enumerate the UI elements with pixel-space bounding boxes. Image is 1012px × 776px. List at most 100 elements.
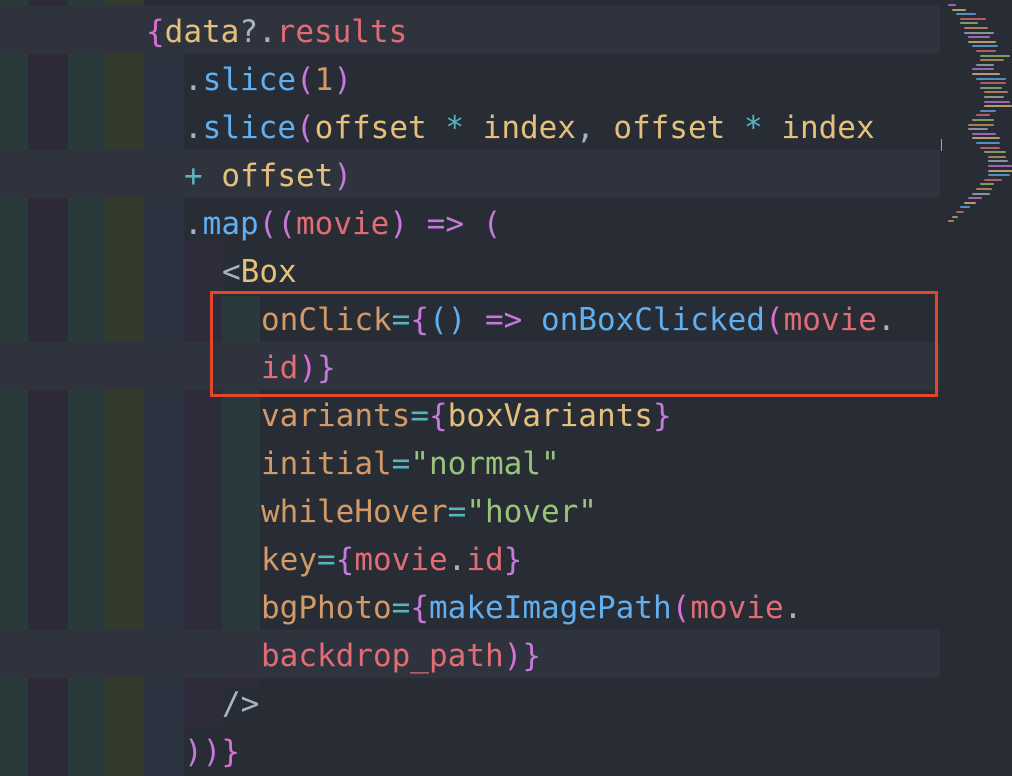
code-line[interactable]: /> (222, 680, 259, 728)
minimap-line (984, 178, 1002, 181)
minimap-line (988, 169, 1012, 172)
minimap-line (972, 192, 990, 195)
code-token: boxVariants (447, 398, 653, 434)
code-line[interactable]: .slice(offset * index, offset * index (184, 104, 875, 152)
minimap-line (976, 77, 1006, 80)
minimap-line (980, 59, 1004, 62)
code-line[interactable]: .slice(1) (184, 56, 352, 104)
code-token: movie (296, 206, 390, 242)
code-token: /> (222, 686, 260, 722)
minimap-line (948, 4, 956, 6)
minimap-line (980, 82, 1006, 85)
minimap-line (968, 128, 988, 131)
minimap-line (984, 151, 1006, 154)
code-token: ) (389, 206, 427, 242)
code-token: makeImagePath (429, 590, 672, 626)
code-token: . (783, 590, 803, 626)
code-token: ( (296, 110, 315, 146)
minimap-line (976, 50, 996, 52)
code-line[interactable]: + offset) (184, 152, 352, 200)
minimap-line (976, 114, 990, 117)
minimap-line (984, 105, 1012, 108)
code-line[interactable]: initial="normal" (261, 440, 560, 488)
minimap-line (980, 109, 996, 112)
highlight-annotation-box (210, 291, 938, 397)
code-token: . (447, 542, 467, 578)
code-token: offset (221, 158, 334, 194)
code-token: = (317, 542, 336, 578)
code-token: backdrop_path (261, 638, 504, 674)
code-token: whileHover (261, 494, 448, 530)
minimap-line (976, 188, 992, 190)
code-token: ( (463, 206, 502, 242)
code-token: * (426, 110, 483, 146)
code-token: results (276, 14, 408, 50)
code-token: ( (296, 62, 315, 98)
code-token: initial (261, 446, 392, 482)
minimap-line (980, 54, 1010, 57)
minimap-line (956, 211, 964, 213)
code-token: => (426, 206, 464, 242)
code-token: = (391, 590, 411, 626)
code-line[interactable]: {data?.results (146, 8, 407, 56)
code-token: = (447, 494, 467, 530)
code-token: ) (333, 158, 352, 194)
code-line[interactable]: <Box (222, 248, 297, 296)
minimap-line (972, 132, 996, 135)
line-highlight (0, 150, 940, 198)
code-line[interactable]: key={movie.id} (261, 536, 522, 584)
code-token: index (482, 110, 576, 146)
code-token: { (335, 542, 355, 578)
code-editor[interactable]: {data?.results .slice(1) .slice(offset *… (0, 0, 1012, 776)
minimap-line (972, 119, 994, 121)
code-token: = (391, 446, 411, 482)
code-token: bgPhoto (261, 590, 392, 626)
code-line[interactable]: ))} (184, 728, 240, 776)
code-token: + (184, 158, 222, 194)
code-token: ) (503, 638, 523, 674)
minimap-line (972, 45, 998, 48)
code-token: key (261, 542, 317, 578)
code-token: . (184, 62, 203, 98)
code-token: 1 (314, 62, 334, 98)
code-token: slice (202, 62, 296, 98)
minimap-line (972, 73, 1000, 75)
code-token: { (146, 14, 165, 50)
code-token: "hover" (466, 494, 597, 530)
code-token: map (202, 206, 259, 242)
code-line[interactable]: bgPhoto={makeImagePath(movie. (261, 584, 802, 632)
code-token: offset (613, 110, 726, 146)
code-line[interactable]: variants={boxVariants} (261, 392, 672, 440)
code-token: { (428, 398, 448, 434)
minimap-line (968, 123, 994, 126)
code-token: movie (354, 542, 448, 578)
minimap-line (980, 86, 1002, 89)
minimap-line (976, 142, 1000, 144)
minimap-line (948, 220, 954, 223)
code-token: slice (202, 110, 296, 146)
minimap-line (952, 215, 958, 218)
minimap-line (980, 146, 1000, 149)
minimap-line (988, 155, 1006, 158)
code-token: ?. (239, 14, 277, 50)
code-token: index (781, 110, 875, 146)
minimap-line (960, 22, 978, 25)
minimap-line (976, 63, 994, 66)
minimap-line (960, 17, 986, 20)
minimap[interactable] (942, 0, 1012, 776)
code-line[interactable]: whileHover="hover" (261, 488, 597, 536)
minimap-line (964, 27, 988, 29)
code-token: offset (314, 110, 427, 146)
minimap-line (988, 174, 1010, 177)
code-token: "normal" (410, 446, 560, 482)
code-token: )) (184, 734, 222, 770)
code-token: variants (261, 398, 411, 434)
code-line[interactable]: backdrop_path)} (261, 632, 541, 680)
minimap-line (960, 206, 970, 209)
code-token: = (410, 398, 429, 434)
minimap-line (956, 13, 976, 16)
code-token: } (221, 734, 240, 770)
code-line[interactable]: .map((movie) => ( (184, 200, 501, 248)
code-token: ( (671, 590, 691, 626)
minimap-line (984, 100, 1010, 103)
